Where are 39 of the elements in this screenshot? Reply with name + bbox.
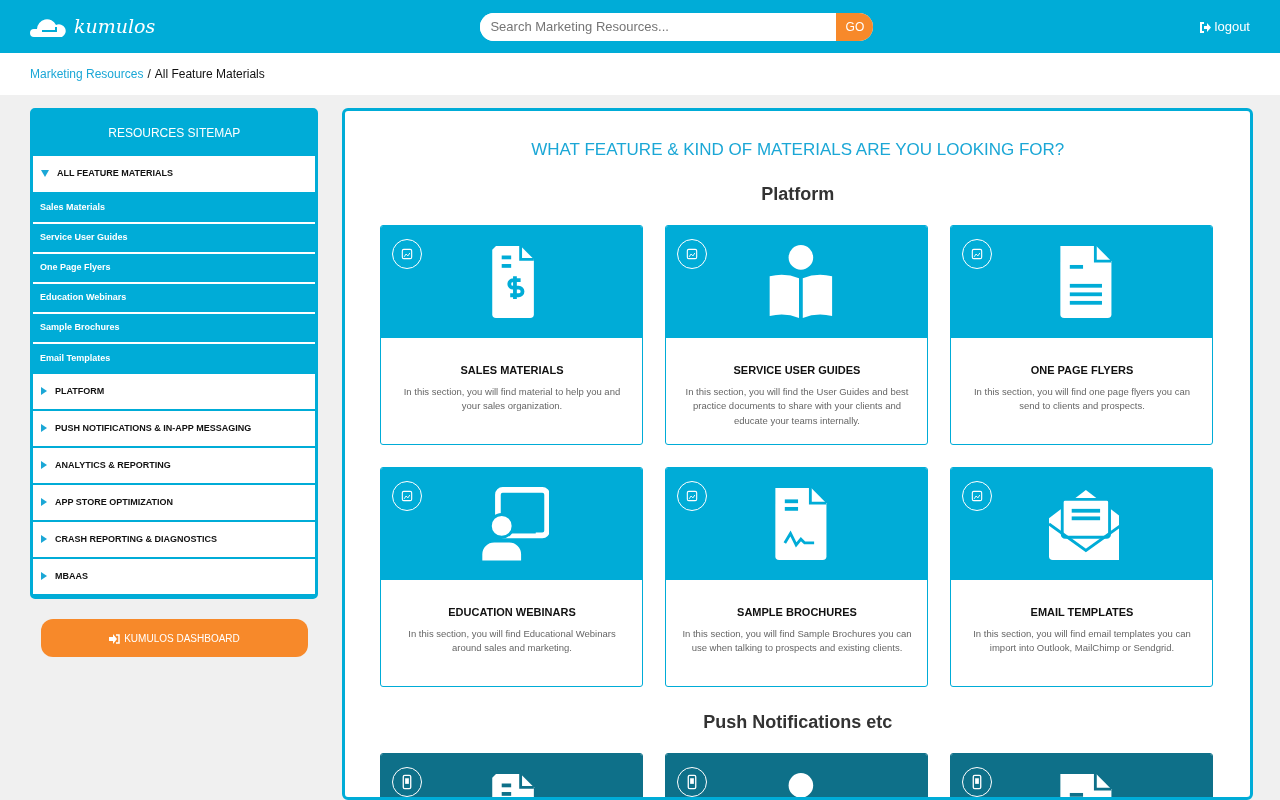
category-label: MBAAS	[55, 569, 88, 583]
card-title: EMAIL TEMPLATES	[1029, 604, 1135, 620]
card-description: In this section, you will find Educational Webinars around sales and marketing.	[407, 627, 617, 656]
sitemap-category[interactable]: ANALYTICS & REPORTING	[33, 448, 316, 485]
card-title: ONE PAGE FLYERS	[1029, 362, 1135, 378]
sitemap-title: RESOURCES SITEMAP	[107, 125, 242, 142]
section-title: Push Notifications etc	[702, 710, 894, 734]
category-label: CRASH REPORTING & DIAGNOSTICS	[55, 532, 217, 546]
logo-text: kumulos	[74, 14, 156, 40]
resource-card[interactable]: ONE PAGE FLYERS In this section, you will find one page flyers you can send to clients and prospects.	[950, 224, 1214, 445]
card-title: SAMPLE BROCHURES	[736, 604, 858, 620]
sitemap-category[interactable]: ALL FEATURE MATERIALS	[33, 156, 316, 194]
card-title: EDUCATION WEBINARS	[447, 604, 577, 620]
category-label: PUSH NOTIFICATIONS & IN-APP MESSAGING	[55, 421, 252, 435]
category-label: PLATFORM	[55, 384, 105, 398]
category-label: ANALYTICS & REPORTING	[55, 458, 171, 472]
page-heading: WHAT FEATURE & KIND OF MATERIALS ARE YOU LOOKING FOR?	[530, 139, 1066, 161]
resource-card[interactable]: SERVICE USER GUIDES In this section, you will find the User Guides and best practice documents to share with your clients and educate your teams internally.	[665, 224, 929, 445]
sitemap-category[interactable]: MBAAS	[33, 559, 316, 596]
sitemap-category[interactable]: PUSH NOTIFICATIONS & IN-APP MESSAGING	[33, 411, 316, 448]
card-description: In this section, you will find the User Guides and best practice documents to share with your clients and educate your teams internally.	[684, 385, 910, 428]
sitemap-category[interactable]: CRASH REPORTING & DIAGNOSTICS	[33, 522, 316, 559]
resource-card[interactable]: SAMPLE BROCHURES In this section, you will find Sample Brochures you can use when talking to prospects and existing clients.	[665, 466, 929, 687]
card-title: SERVICE USER GUIDES	[732, 362, 862, 378]
card-description: In this section, you will find one page flyers you can send to clients and prospects.	[973, 385, 1191, 414]
resource-card[interactable]: SALES MATERIALS In this section, you will find material to help you and your sales organization.	[380, 224, 644, 445]
card-description: In this section, you will find Sample Brochures you can use when talking to prospects and existing clients.	[681, 627, 913, 656]
section-title: Platform	[760, 182, 836, 206]
category-label: APP STORE OPTIMIZATION	[55, 495, 173, 509]
sitemap-category[interactable]: APP STORE OPTIMIZATION	[33, 485, 316, 522]
card-title: SALES MATERIALS	[459, 362, 565, 378]
card-description: In this section, you will find email templates you can import into Outlook, MailChimp or Sendgrid.	[972, 627, 1192, 656]
resource-card[interactable]: EMAIL TEMPLATES In this section, you will find email templates you can import into Outlook, MailChimp or Sendgrid.	[950, 466, 1214, 687]
resource-card[interactable]: EDUCATION WEBINARS In this section, you will find Educational Webinars around sales and marketing.	[380, 466, 644, 687]
category-label: ALL FEATURE MATERIALS	[57, 167, 173, 181]
breadcrumb-text: All Feature Materials	[154, 66, 265, 83]
card-description: In this section, you will find material to help you and your sales organization.	[402, 385, 622, 414]
sitemap-category[interactable]: PLATFORM	[33, 374, 316, 411]
breadcrumb-text: /	[147, 66, 151, 83]
